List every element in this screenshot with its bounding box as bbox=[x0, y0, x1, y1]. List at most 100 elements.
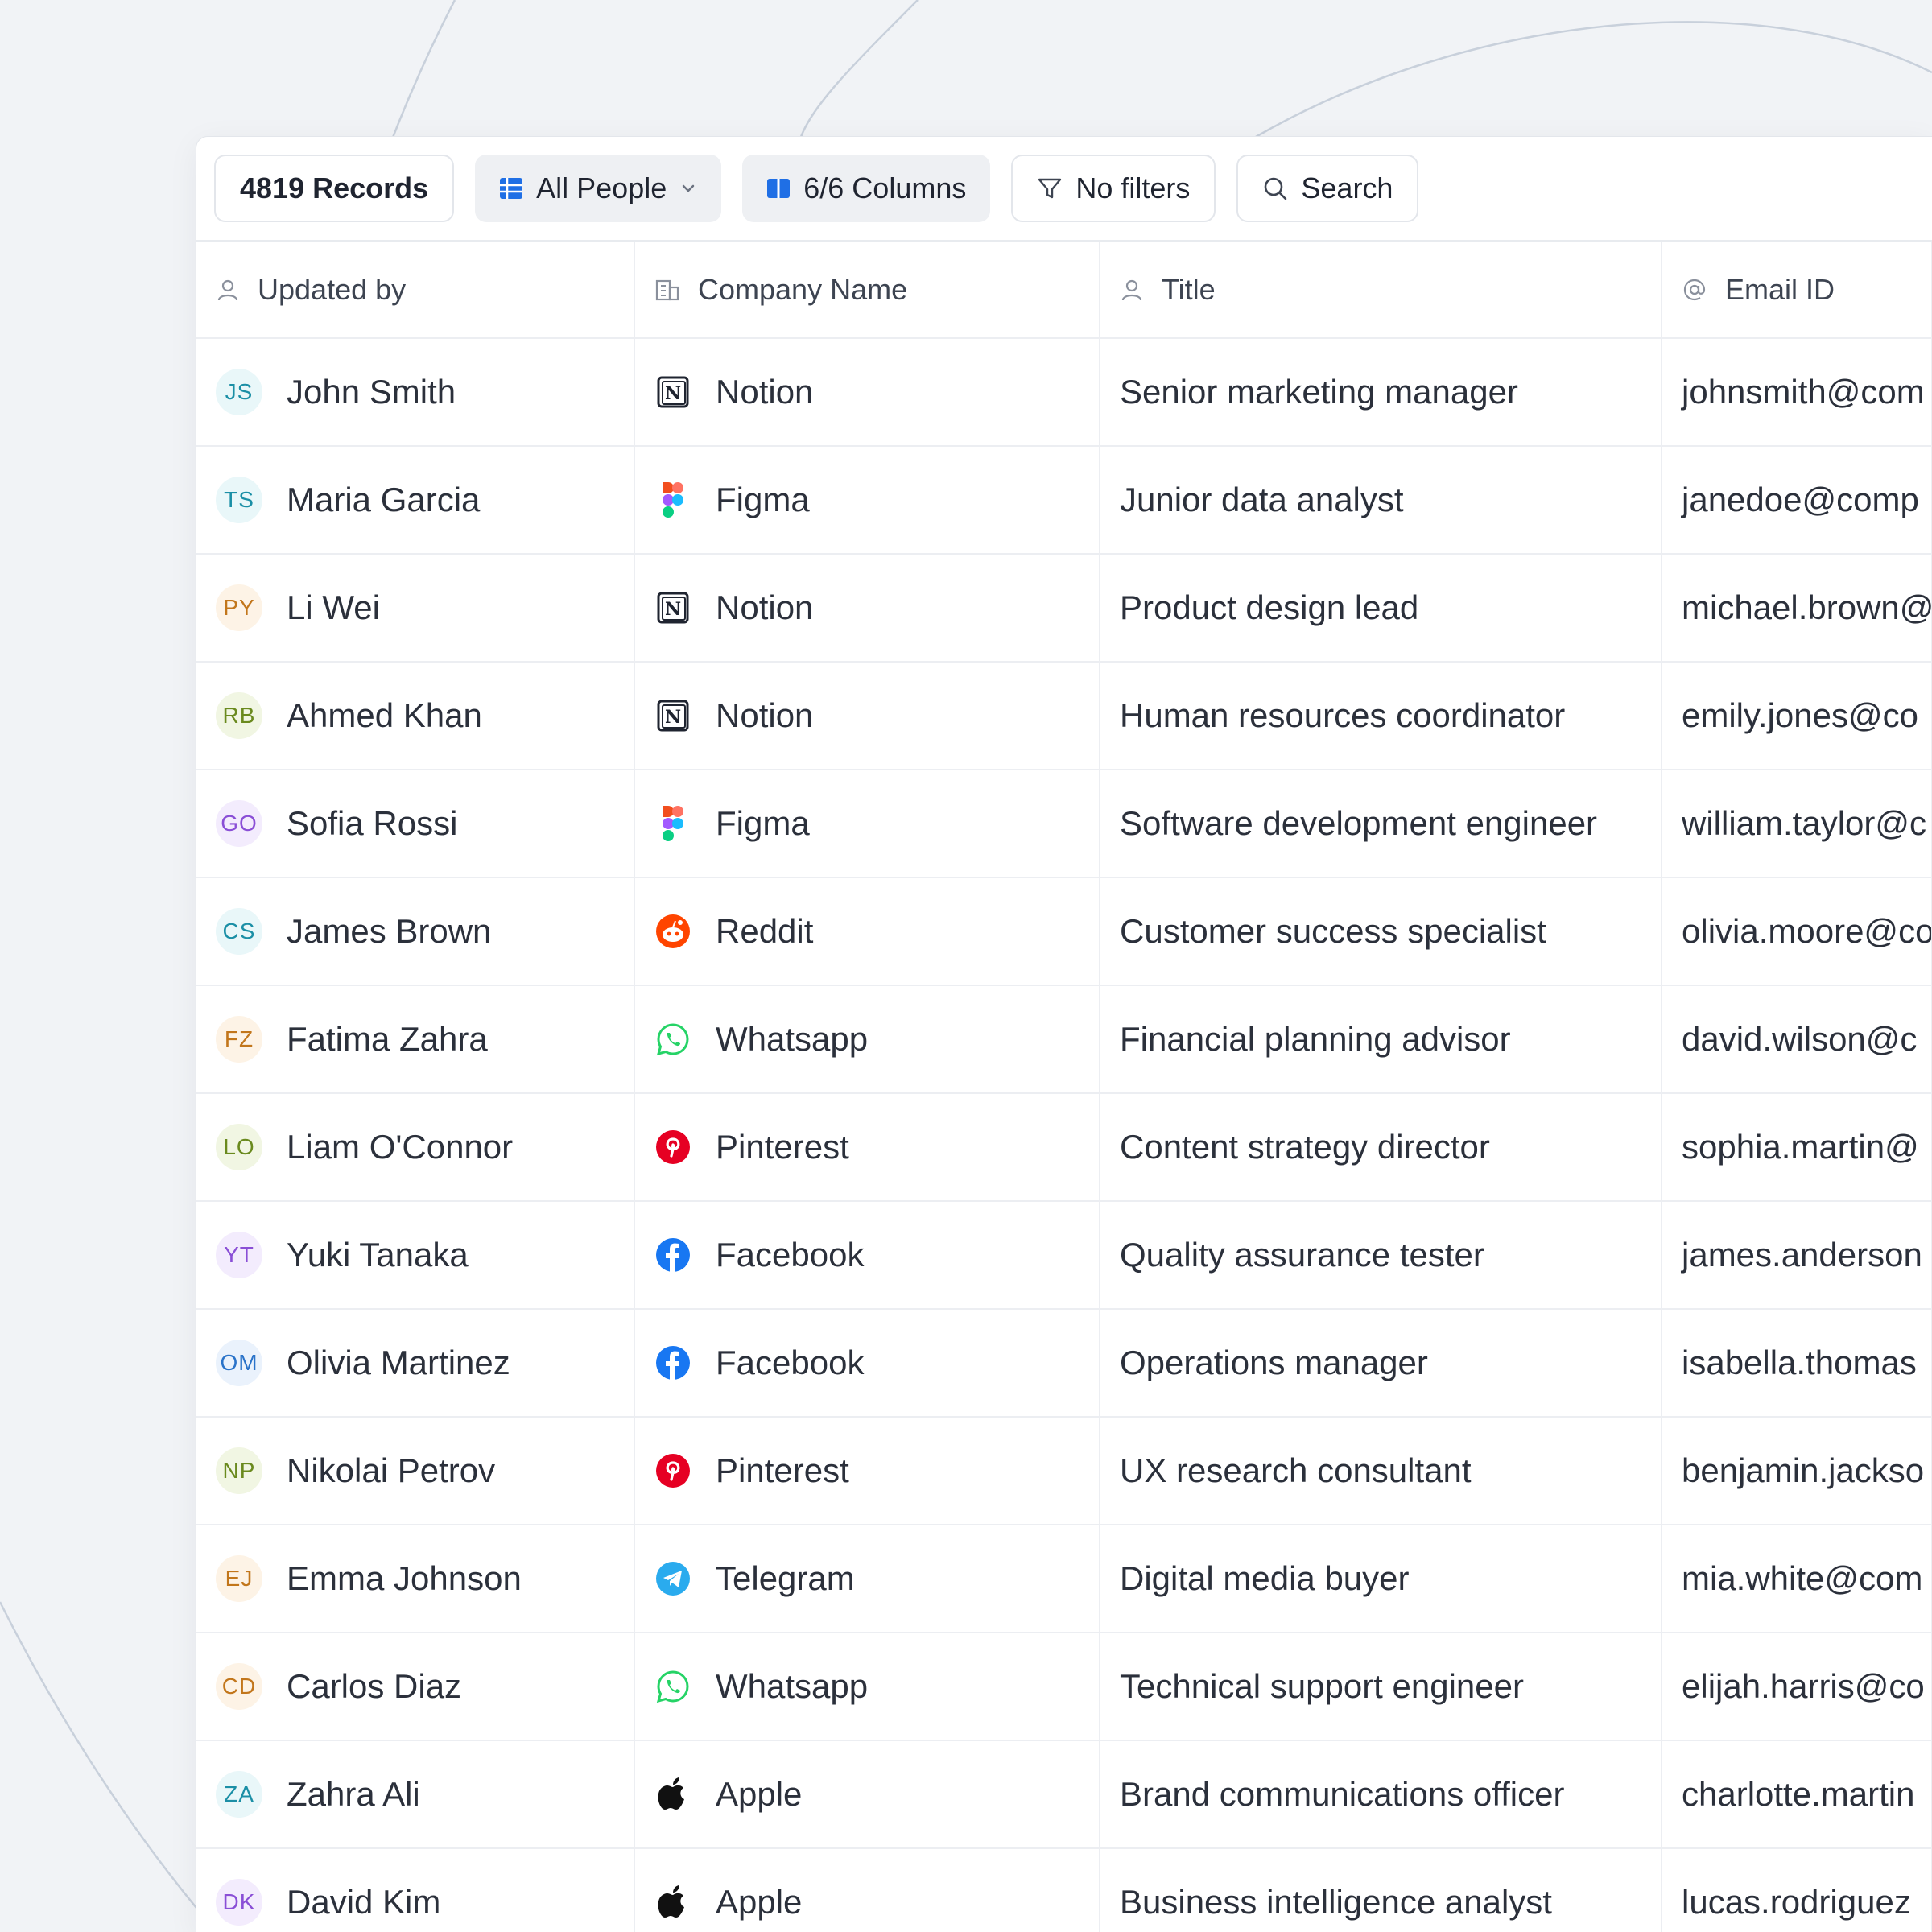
filters-label: No filters bbox=[1075, 171, 1191, 204]
table-row[interactable]: ZA Zahra Ali Apple Brand communications off… bbox=[196, 1740, 1932, 1849]
table-row[interactable]: PY Li Wei N Notion Product design lead michae… bbox=[196, 554, 1932, 663]
column-header-title[interactable]: Title bbox=[1100, 242, 1662, 339]
cell-updated-by: NP Nikolai Petrov bbox=[196, 1417, 635, 1525]
filters-button[interactable]: No filters bbox=[1011, 155, 1216, 222]
avatar: LO bbox=[216, 1124, 262, 1170]
table-row[interactable]: YT Yuki Tanaka Facebook Quality assurance t… bbox=[196, 1201, 1932, 1310]
company-name: Notion bbox=[716, 588, 814, 626]
figma-logo-icon bbox=[654, 481, 691, 518]
cell-updated-by: YT Yuki Tanaka bbox=[196, 1201, 635, 1310]
email-id: isabella.thomas bbox=[1682, 1344, 1917, 1381]
cell-title: Content strategy director bbox=[1100, 1093, 1662, 1202]
cell-company-name: Pinterest bbox=[634, 1093, 1100, 1202]
facebook-logo-icon bbox=[654, 1236, 691, 1274]
column-header-email-id[interactable]: Email ID bbox=[1662, 242, 1932, 339]
table-row[interactable]: CS James Brown Reddit Customer success spec… bbox=[196, 877, 1932, 986]
table-row[interactable]: EJ Emma Johnson Telegram Digital media buye… bbox=[196, 1525, 1932, 1633]
table-row[interactable]: FZ Fatima Zahra Whatsapp Financial planning… bbox=[196, 985, 1932, 1094]
cell-email: sophia.martin@ bbox=[1662, 1093, 1932, 1202]
search-button[interactable]: Search bbox=[1236, 155, 1419, 222]
figma-logo-icon bbox=[654, 805, 691, 842]
table-row[interactable]: LO Liam O'Connor Pinterest Content strategy… bbox=[196, 1093, 1932, 1202]
column-header-company-name[interactable]: Company Name bbox=[634, 242, 1100, 339]
column-header-label: Title bbox=[1162, 272, 1216, 306]
table-row[interactable]: JS John Smith N Notion Senior marketing mana… bbox=[196, 338, 1932, 447]
svg-text:N: N bbox=[665, 707, 681, 728]
cell-email: james.anderson bbox=[1662, 1201, 1932, 1310]
cell-company-name: N Notion bbox=[634, 662, 1100, 770]
cell-company-name: Whatsapp bbox=[634, 1633, 1100, 1741]
people-table-panel: 4819 Records All People 6/6 Columns No f… bbox=[196, 137, 1932, 1932]
search-icon bbox=[1265, 177, 1287, 200]
updated-by-name: Emma Johnson bbox=[287, 1559, 522, 1597]
cell-title: Digital media buyer bbox=[1100, 1525, 1662, 1633]
updated-by-name: Olivia Martinez bbox=[287, 1344, 510, 1381]
facebook-logo-icon bbox=[654, 1344, 691, 1381]
company-name: Telegram bbox=[716, 1559, 855, 1597]
company-name: Figma bbox=[716, 481, 810, 518]
chevron-down-icon bbox=[683, 184, 695, 192]
avatar: NP bbox=[216, 1447, 262, 1494]
records-count-chip: 4819 Records bbox=[214, 155, 455, 222]
table-row[interactable]: RB Ahmed Khan N Notion Human resources coord… bbox=[196, 662, 1932, 770]
cell-updated-by: EJ Emma Johnson bbox=[196, 1525, 635, 1633]
cell-title: Software development engineer bbox=[1100, 770, 1662, 878]
table-row[interactable]: GO Sofia Rossi Figma Software development e… bbox=[196, 770, 1932, 878]
table-row[interactable]: NP Nikolai Petrov Pinterest UX research con… bbox=[196, 1417, 1932, 1525]
table-row[interactable]: DK David Kim Apple Business intelligence an… bbox=[196, 1848, 1932, 1932]
email-id: william.taylor@c bbox=[1682, 804, 1927, 842]
cell-title: Financial planning advisor bbox=[1100, 985, 1662, 1094]
column-header-updated-by[interactable]: Updated by bbox=[196, 242, 635, 339]
table-row[interactable]: TS Maria Garcia Figma Junior data analyst ja… bbox=[196, 446, 1932, 555]
cell-company-name: Facebook bbox=[634, 1201, 1100, 1310]
table-row[interactable]: CD Carlos Diaz Whatsapp Technical support e… bbox=[196, 1633, 1932, 1741]
cell-title: Junior data analyst bbox=[1100, 446, 1662, 555]
cell-title: Human resources coordinator bbox=[1100, 662, 1662, 770]
company-name: Apple bbox=[716, 1883, 803, 1921]
column-header-label: Updated by bbox=[258, 272, 407, 306]
avatar: TS bbox=[216, 477, 262, 523]
column-header-label: Company Name bbox=[698, 272, 908, 306]
search-label: Search bbox=[1301, 171, 1393, 204]
job-title: UX research consultant bbox=[1120, 1451, 1472, 1489]
avatar: CS bbox=[216, 908, 262, 955]
cell-title: Quality assurance tester bbox=[1100, 1201, 1662, 1310]
avatar: JS bbox=[216, 369, 262, 415]
company-name: Apple bbox=[716, 1775, 803, 1813]
columns-button[interactable]: 6/6 Columns bbox=[742, 155, 991, 222]
cell-updated-by: CS James Brown bbox=[196, 877, 635, 986]
email-id: olivia.moore@co bbox=[1682, 912, 1932, 950]
avatar: FZ bbox=[216, 1016, 262, 1063]
job-title: Junior data analyst bbox=[1120, 481, 1404, 518]
company-name: Whatsapp bbox=[716, 1020, 869, 1058]
pinterest-logo-icon bbox=[654, 1452, 691, 1489]
company-name: Facebook bbox=[716, 1344, 865, 1381]
notion-logo-icon: N bbox=[654, 697, 691, 734]
updated-by-name: Yuki Tanaka bbox=[287, 1236, 469, 1274]
updated-by-name: Fatima Zahra bbox=[287, 1020, 488, 1058]
view-selector-button[interactable]: All People bbox=[475, 155, 722, 222]
job-title: Quality assurance tester bbox=[1120, 1236, 1484, 1274]
cell-email: emily.jones@co bbox=[1662, 662, 1932, 770]
cell-email: isabella.thomas bbox=[1662, 1309, 1932, 1418]
email-id: james.anderson bbox=[1682, 1236, 1922, 1274]
updated-by-name: Liam O'Connor bbox=[287, 1128, 514, 1166]
avatar: RB bbox=[216, 692, 262, 739]
cell-title: Customer success specialist bbox=[1100, 877, 1662, 986]
cell-company-name: Facebook bbox=[634, 1309, 1100, 1418]
cell-email: elijah.harris@co bbox=[1662, 1633, 1932, 1741]
email-id: michael.brown@ bbox=[1682, 588, 1932, 626]
cell-updated-by: ZA Zahra Ali bbox=[196, 1740, 635, 1849]
avatar: CD bbox=[216, 1663, 262, 1710]
updated-by-name: John Smith bbox=[287, 373, 456, 411]
cell-title: UX research consultant bbox=[1100, 1417, 1662, 1525]
email-id: janedoe@comp bbox=[1682, 481, 1919, 518]
table-row[interactable]: OM Olivia Martinez Facebook Operations mana… bbox=[196, 1309, 1932, 1418]
email-id: david.wilson@c bbox=[1682, 1020, 1918, 1058]
updated-by-name: David Kim bbox=[287, 1883, 441, 1921]
cell-company-name: N Notion bbox=[634, 338, 1100, 447]
job-title: Technical support engineer bbox=[1120, 1667, 1524, 1705]
updated-by-name: Zahra Ali bbox=[287, 1775, 420, 1813]
apple-logo-icon bbox=[654, 1776, 691, 1813]
notion-logo-icon: N bbox=[654, 589, 691, 626]
